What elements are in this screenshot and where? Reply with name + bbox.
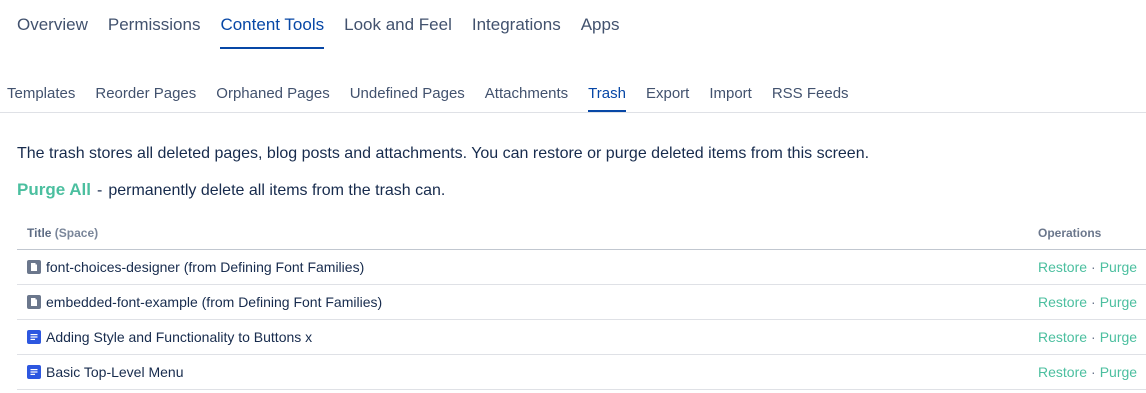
subtab-attachments[interactable]: Attachments — [485, 83, 568, 112]
trash-description: The trash stores all deleted pages, blog… — [17, 145, 870, 162]
sub-tabs: Templates Reorder Pages Orphaned Pages U… — [0, 83, 1146, 113]
table-row: embedded-font-example (from Defining Fon… — [17, 284, 1146, 320]
purge-all-description: permanently delete all items from the tr… — [108, 182, 446, 199]
trash-item-title: font-choices-designer (from Defining Fon… — [46, 259, 365, 275]
attachment-file-icon — [27, 295, 41, 309]
subtab-templates[interactable]: Templates — [7, 83, 75, 112]
purge-all-line: Purge All - permanently delete all items f… — [17, 180, 445, 200]
restore-link[interactable]: Restore — [1038, 294, 1087, 310]
trash-item-title: embedded-font-example (from Defining Fon… — [46, 294, 383, 310]
tab-apps[interactable]: Apps — [581, 13, 620, 47]
restore-link[interactable]: Restore — [1038, 259, 1087, 275]
table-header-row: Title (Space) Operations — [17, 216, 1146, 250]
subtab-orphaned-pages[interactable]: Orphaned Pages — [216, 83, 329, 112]
trash-item-title: Basic Top-Level Menu — [46, 364, 184, 380]
operation-separator: · — [1091, 259, 1096, 275]
page-icon — [27, 330, 41, 344]
tab-look-and-feel[interactable]: Look and Feel — [344, 13, 452, 47]
subtab-export[interactable]: Export — [646, 83, 689, 112]
title-column-header: Title (Space) — [17, 216, 1028, 250]
title-header-label: Title — [27, 225, 52, 240]
tab-content-tools[interactable]: Content Tools — [220, 13, 325, 49]
subtab-trash[interactable]: Trash — [588, 83, 626, 112]
table-row: Basic Top-Level Menu Restore · Purge — [17, 354, 1146, 390]
attachment-file-icon — [27, 260, 41, 274]
operation-separator: · — [1091, 329, 1096, 345]
space-header-label: (Space) — [54, 225, 99, 240]
purge-link[interactable]: Purge — [1100, 329, 1137, 345]
page-icon — [27, 365, 41, 379]
subtab-undefined-pages[interactable]: Undefined Pages — [350, 83, 465, 112]
subtab-reorder-pages[interactable]: Reorder Pages — [95, 83, 196, 112]
purge-link[interactable]: Purge — [1100, 294, 1137, 310]
operation-separator: · — [1091, 364, 1096, 380]
trash-item-title: Adding Style and Functionality to Button… — [46, 329, 313, 345]
purge-link[interactable]: Purge — [1100, 259, 1137, 275]
table-row: font-choices-designer (from Defining Fon… — [17, 249, 1146, 285]
table-row: Adding Style and Functionality to Button… — [17, 319, 1146, 355]
purge-all-link[interactable]: Purge All — [17, 180, 91, 199]
tab-overview[interactable]: Overview — [17, 13, 88, 47]
operation-separator: · — [1091, 294, 1096, 310]
restore-link[interactable]: Restore — [1038, 329, 1087, 345]
tab-permissions[interactable]: Permissions — [108, 13, 201, 47]
purge-all-separator: - — [97, 182, 103, 199]
subtab-import[interactable]: Import — [709, 83, 752, 112]
tab-integrations[interactable]: Integrations — [472, 13, 561, 47]
purge-link[interactable]: Purge — [1100, 364, 1137, 380]
trash-table: Title (Space) Operations font-choices-de… — [17, 216, 1146, 390]
top-tabs: Overview Permissions Content Tools Look … — [17, 13, 639, 49]
operations-column-header: Operations — [1028, 216, 1146, 250]
subtab-rss-feeds[interactable]: RSS Feeds — [772, 83, 849, 112]
restore-link[interactable]: Restore — [1038, 364, 1087, 380]
